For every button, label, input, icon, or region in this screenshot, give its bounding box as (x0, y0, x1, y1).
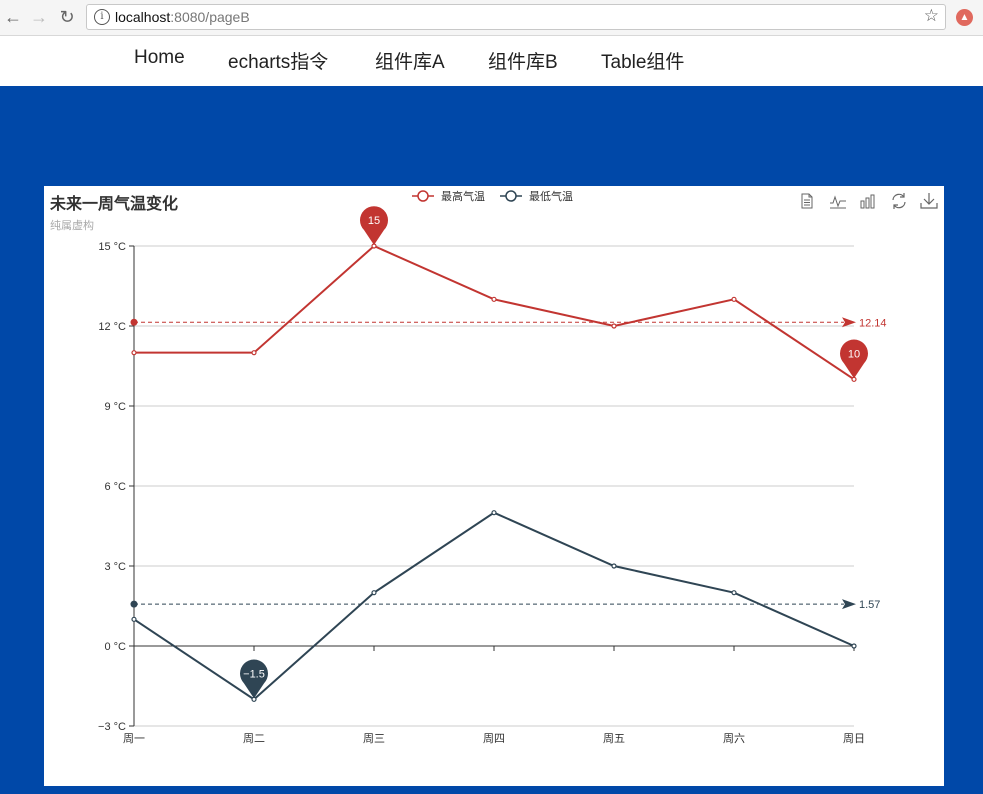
legend-marker (505, 190, 517, 202)
data-point (491, 510, 497, 516)
data-point (731, 296, 737, 302)
top-navigation: Home echarts指令 组件库A 组件库B Table组件 (0, 36, 983, 86)
data-point (851, 643, 857, 649)
y-tick-label: 9 °C (104, 401, 126, 413)
x-tick-label: 周五 (603, 732, 625, 745)
info-icon[interactable]: i (94, 9, 110, 25)
nav-link-echarts[interactable]: echarts指令 (228, 47, 328, 74)
data-point (131, 616, 137, 622)
x-tick-label: 周六 (723, 732, 745, 745)
legend-marker (417, 190, 429, 202)
x-tick-label: 周二 (243, 732, 265, 745)
average-line-label: 1.57 (859, 599, 880, 611)
extension-icon[interactable]: ▲ (956, 9, 973, 26)
legend-label: 最高气温 (441, 189, 485, 203)
average-line-label: 12.14 (859, 317, 887, 329)
series-line (134, 244, 855, 381)
y-tick-label: −3 °C (98, 721, 126, 733)
data-point (131, 350, 137, 356)
url-text: localhost:8080/pageB (115, 9, 250, 25)
y-tick-label: 12 °C (98, 321, 126, 333)
average-line-start-dot (130, 600, 138, 608)
data-point (611, 323, 617, 329)
y-tick-label: 0 °C (104, 641, 126, 653)
data-point (731, 590, 737, 596)
x-tick-label: 周一 (123, 732, 145, 745)
average-line-start-dot (130, 318, 138, 326)
y-tick-label: 3 °C (104, 561, 126, 573)
x-tick-label: 周日 (843, 732, 865, 745)
average-line-arrow (842, 599, 856, 610)
mark-point-label: 10 (848, 348, 860, 360)
x-tick-label: 周四 (483, 732, 505, 745)
mark-point-label: 15 (368, 215, 380, 227)
line-chart: −3 °C 0 °C 3 °C 6 °C 9 °C 12 °C 15 °C 周一 周二 周三 周四 周… (98, 189, 887, 745)
legend-label: 最低气温 (529, 189, 573, 203)
nav-link-table[interactable]: Table组件 (601, 47, 684, 74)
data-point (611, 563, 617, 569)
y-tick-label: 6 °C (104, 481, 126, 493)
back-arrow-icon[interactable]: ← (2, 6, 24, 28)
url-host: localhost (115, 9, 171, 25)
browser-toolbar: ← → ↻ i localhost:8080/pageB ☆ ▲ (0, 0, 983, 36)
reload-icon[interactable]: ↻ (56, 6, 78, 28)
nav-link-component-a[interactable]: 组件库A (375, 47, 445, 74)
address-bar[interactable]: i localhost:8080/pageB ☆ (86, 4, 946, 30)
bookmark-star-icon[interactable]: ☆ (924, 6, 939, 26)
forward-arrow-icon[interactable]: → (28, 6, 50, 28)
data-point (371, 590, 377, 596)
mark-point-label: −1.5 (243, 668, 265, 680)
data-point (251, 350, 257, 356)
url-path: :8080/pageB (170, 9, 250, 25)
data-point (491, 296, 497, 302)
nav-link-component-b[interactable]: 组件库B (488, 47, 558, 74)
y-tick-label: 15 °C (98, 241, 126, 253)
x-tick-label: 周三 (363, 732, 385, 745)
chart-container: 未来一周气温变化 纯属虚构 −3 °C 0 °C 3 °C 6 °C 9 °C 12 °C… (44, 186, 944, 786)
nav-link-home[interactable]: Home (134, 47, 185, 69)
